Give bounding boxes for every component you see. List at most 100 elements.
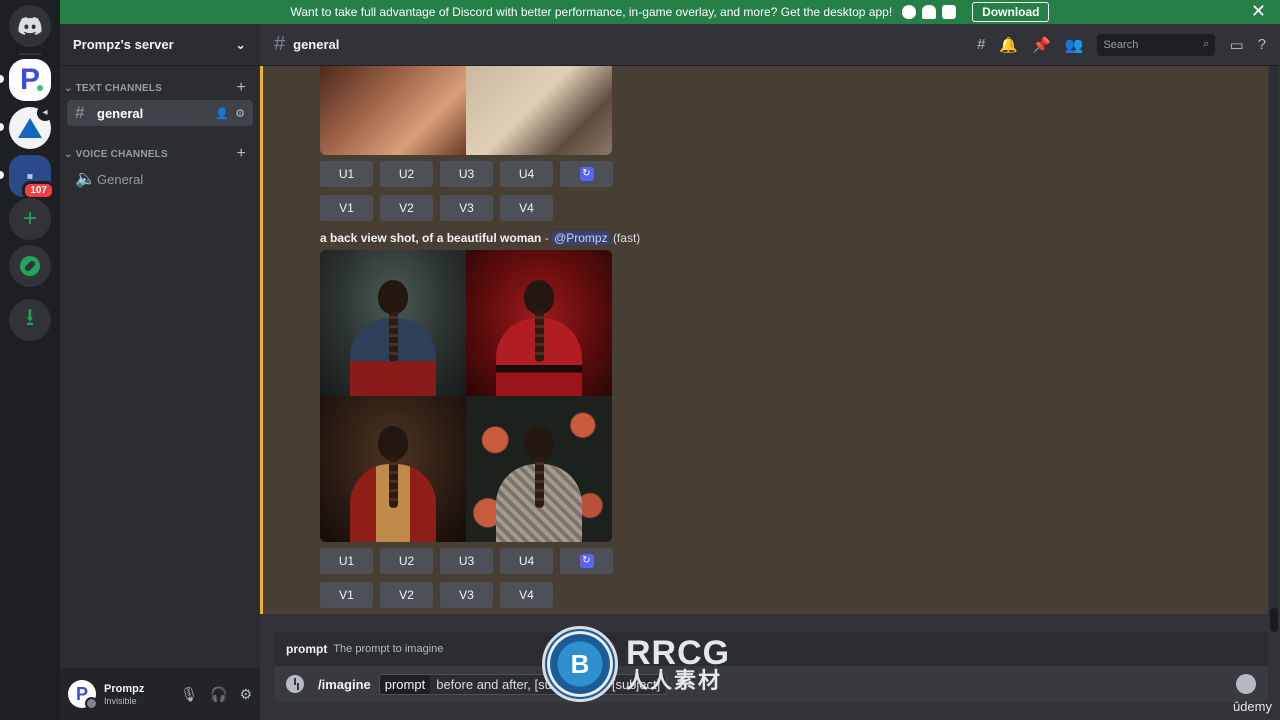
download-apps-button[interactable]: ⭳ — [9, 299, 51, 341]
command-option[interactable]: prompt before and after, [subject] and [… — [378, 673, 668, 695]
speaker-icon: 🔈 — [75, 169, 97, 188]
add-server-button[interactable]: + — [9, 198, 51, 240]
slash-command: /imagine — [318, 676, 371, 692]
explore-servers-button[interactable] — [9, 245, 51, 287]
server-boat[interactable]: ◂ — [9, 105, 53, 149]
category-label: TEXT CHANNELS — [75, 82, 163, 94]
prompt-separator: - — [541, 231, 553, 245]
user-mention[interactable]: @Prompz — [552, 231, 610, 245]
option-label: prompt — [379, 674, 431, 694]
search-icon: ⌕ — [1203, 38, 1210, 50]
udemy-watermark: ûdemy — [1232, 699, 1272, 714]
v1-button[interactable]: V1 — [320, 195, 373, 221]
pin-icon[interactable]: 📌 — [1032, 36, 1051, 54]
compass-icon — [20, 256, 40, 276]
emoji-icon[interactable] — [1236, 674, 1256, 694]
headphones-icon[interactable]: 🎧 — [210, 686, 227, 703]
inbox-icon[interactable]: ▭ — [1229, 36, 1243, 54]
home-button[interactable] — [9, 5, 51, 47]
upscale-row: U1 U2 U3 U4 ↻ — [320, 161, 613, 187]
create-channel-icon[interactable]: + — [236, 79, 246, 97]
banner-message: Want to take full advantage of Discord w… — [290, 5, 893, 19]
scrollbar[interactable] — [1270, 66, 1278, 632]
upscale-row: U1 U2 U3 U4 ↻ — [320, 548, 613, 574]
job-mode: (fast) — [612, 231, 641, 245]
unread-pill — [0, 123, 4, 131]
variation-row: V1 V2 V3 V4 — [320, 195, 553, 221]
download-button[interactable]: Download — [972, 2, 1050, 22]
u3-button[interactable]: U3 — [440, 548, 493, 574]
search-input[interactable]: Search ⌕ — [1097, 33, 1216, 56]
chevron-down-icon: ⌄ — [64, 82, 76, 94]
message-composer[interactable]: /imagine prompt before and after, [subje… — [274, 666, 1268, 702]
option-description: The prompt to imagine — [333, 643, 444, 655]
voice-channel-general[interactable]: 🔈 General — [67, 166, 253, 192]
image-tile — [466, 250, 612, 396]
avatar[interactable]: P — [68, 680, 98, 710]
plus-icon: + — [22, 205, 37, 232]
hashtag-icon: # — [75, 103, 85, 122]
discord-logo-icon — [18, 17, 42, 35]
v1-button[interactable]: V1 — [320, 582, 373, 608]
v3-button[interactable]: V3 — [440, 582, 493, 608]
message-prompt: a back view shot, of a beautiful woman -… — [320, 231, 640, 245]
chevron-down-icon: ⌄ — [235, 36, 246, 52]
category-label: VOICE CHANNELS — [75, 148, 168, 160]
create-channel-icon[interactable]: + — [236, 145, 246, 163]
channel-name: general — [97, 105, 144, 121]
server-initial: P — [19, 63, 40, 96]
android-icon — [922, 5, 937, 19]
variation-row: V1 V2 V3 V4 — [320, 582, 553, 608]
reroll-button[interactable]: ↻ — [560, 161, 613, 187]
generated-image-grid[interactable] — [320, 250, 612, 542]
platform-icons — [902, 5, 957, 19]
scrollbar-thumb[interactable] — [1270, 608, 1278, 632]
close-icon[interactable]: ✕ — [1251, 1, 1266, 22]
help-icon[interactable]: ? — [1258, 36, 1266, 53]
mute-microphone-icon[interactable]: 🎙 — [180, 686, 198, 703]
option-name: prompt — [286, 642, 328, 656]
gear-icon[interactable]: ⚙ — [239, 686, 252, 703]
image-tile — [320, 250, 466, 396]
u2-button[interactable]: U2 — [380, 161, 433, 187]
channel-sidebar: Prompz's server ⌄ ⌄ TEXT CHANNELS + # ge… — [60, 24, 260, 720]
v2-button[interactable]: V2 — [380, 582, 433, 608]
u2-button[interactable]: U2 — [380, 548, 433, 574]
chevron-down-icon: ⌄ — [64, 148, 76, 160]
gear-icon[interactable]: ⚙ — [235, 107, 245, 120]
u1-button[interactable]: U1 — [320, 161, 373, 187]
bell-icon[interactable]: 🔔 — [999, 36, 1018, 54]
server-rail: P ◂ ▦ 107 + ⭳ — [0, 0, 60, 720]
channel-general[interactable]: # general 👤 ⚙ — [67, 100, 253, 126]
clock-icon[interactable] — [286, 675, 304, 693]
chat-main: # general # 🔔 📌 👥 Search ⌕ ▭ ? U1 U2 U3 … — [260, 24, 1280, 720]
u3-button[interactable]: U3 — [440, 161, 493, 187]
prompt-input[interactable]: before and after, [subject] and [subject… — [430, 674, 667, 694]
message-list: U1 U2 U3 U4 ↻ V1 V2 V3 V4 a back view sh… — [260, 66, 1268, 614]
channel-header: # general # 🔔 📌 👥 Search ⌕ ▭ ? — [260, 24, 1280, 66]
previous-image-grid[interactable] — [320, 66, 612, 155]
command-option-hint: prompt The prompt to imagine — [274, 632, 1268, 666]
server-group[interactable]: ▦ 107 — [9, 155, 55, 200]
server-prompz[interactable]: P — [9, 59, 51, 101]
category-text-channels[interactable]: ⌄ TEXT CHANNELS + — [60, 79, 260, 97]
prompt-text: a back view shot, of a beautiful woman — [320, 231, 542, 245]
v2-button[interactable]: V2 — [380, 195, 433, 221]
avatar-initial: P — [75, 683, 88, 704]
u4-button[interactable]: U4 — [500, 161, 553, 187]
threads-icon[interactable]: # — [977, 36, 985, 53]
reroll-button[interactable]: ↻ — [560, 548, 613, 574]
category-voice-channels[interactable]: ⌄ VOICE CHANNELS + — [60, 145, 260, 163]
user-status: Invisible — [104, 695, 137, 706]
image-tile — [320, 396, 466, 542]
u4-button[interactable]: U4 — [500, 548, 553, 574]
invite-icon[interactable]: 👤 — [215, 107, 229, 120]
member-list-icon[interactable]: 👥 — [1065, 36, 1084, 54]
user-panel: P Prompz Invisible 🎙 🎧 ⚙ — [60, 668, 260, 720]
v3-button[interactable]: V3 — [440, 195, 493, 221]
v4-button[interactable]: V4 — [500, 195, 553, 221]
v4-button[interactable]: V4 — [500, 582, 553, 608]
server-header[interactable]: Prompz's server ⌄ — [60, 24, 260, 66]
download-icon: ⭳ — [25, 303, 35, 331]
u1-button[interactable]: U1 — [320, 548, 373, 574]
